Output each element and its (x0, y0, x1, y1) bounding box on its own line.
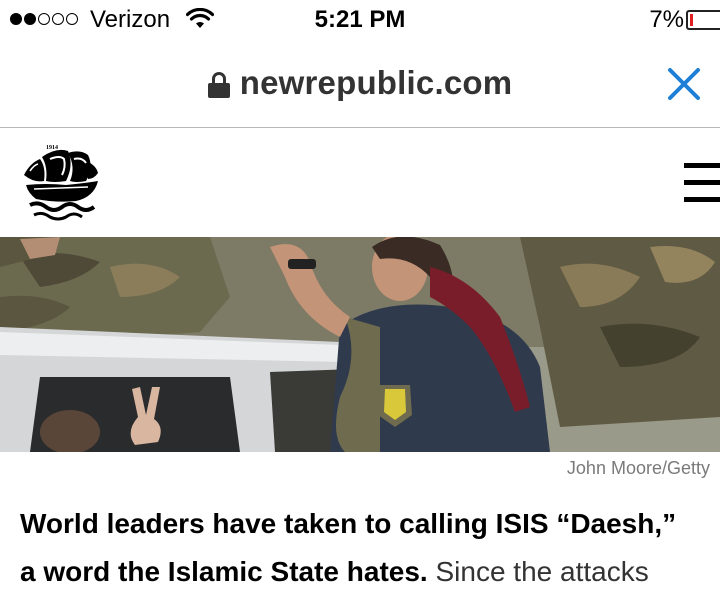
article-body: World leaders have taken to calling ISIS… (20, 500, 720, 596)
address-display[interactable]: newrepublic.com (0, 64, 720, 102)
menu-bar (684, 197, 720, 202)
close-icon[interactable] (666, 66, 702, 102)
article-body-text: Since the attacks (435, 556, 649, 587)
menu-bar (684, 163, 720, 168)
menu-bar (684, 180, 720, 185)
site-header: 1914 (0, 129, 720, 237)
browser-url-bar: newrepublic.com (0, 40, 720, 128)
lock-icon (207, 72, 230, 98)
status-bar: Verizon 5:21 PM 7% (0, 0, 720, 40)
status-time: 5:21 PM (314, 6, 406, 33)
soldiers-in-vehicle-photo (0, 237, 720, 452)
article-dek-line-2: a word the Islamic State hates. (20, 556, 428, 587)
url-domain[interactable]: newrepublic.com (240, 64, 513, 102)
hero-image[interactable] (0, 237, 720, 452)
ship-logo-icon[interactable]: 1914 (16, 137, 102, 223)
photo-credit: John Moore/Getty (566, 458, 710, 478)
battery-icon (686, 10, 720, 30)
article-dek-line-1: World leaders have taken to calling ISIS… (20, 508, 677, 539)
logo-year: 1914 (46, 145, 58, 151)
battery-percentage: 7% (649, 6, 684, 33)
article-line-2: a word the Islamic State hates. Since th… (20, 548, 720, 596)
hamburger-menu-icon[interactable] (684, 163, 720, 203)
battery-level-fill (690, 14, 693, 26)
article-line-1: World leaders have taken to calling ISIS… (20, 500, 720, 548)
